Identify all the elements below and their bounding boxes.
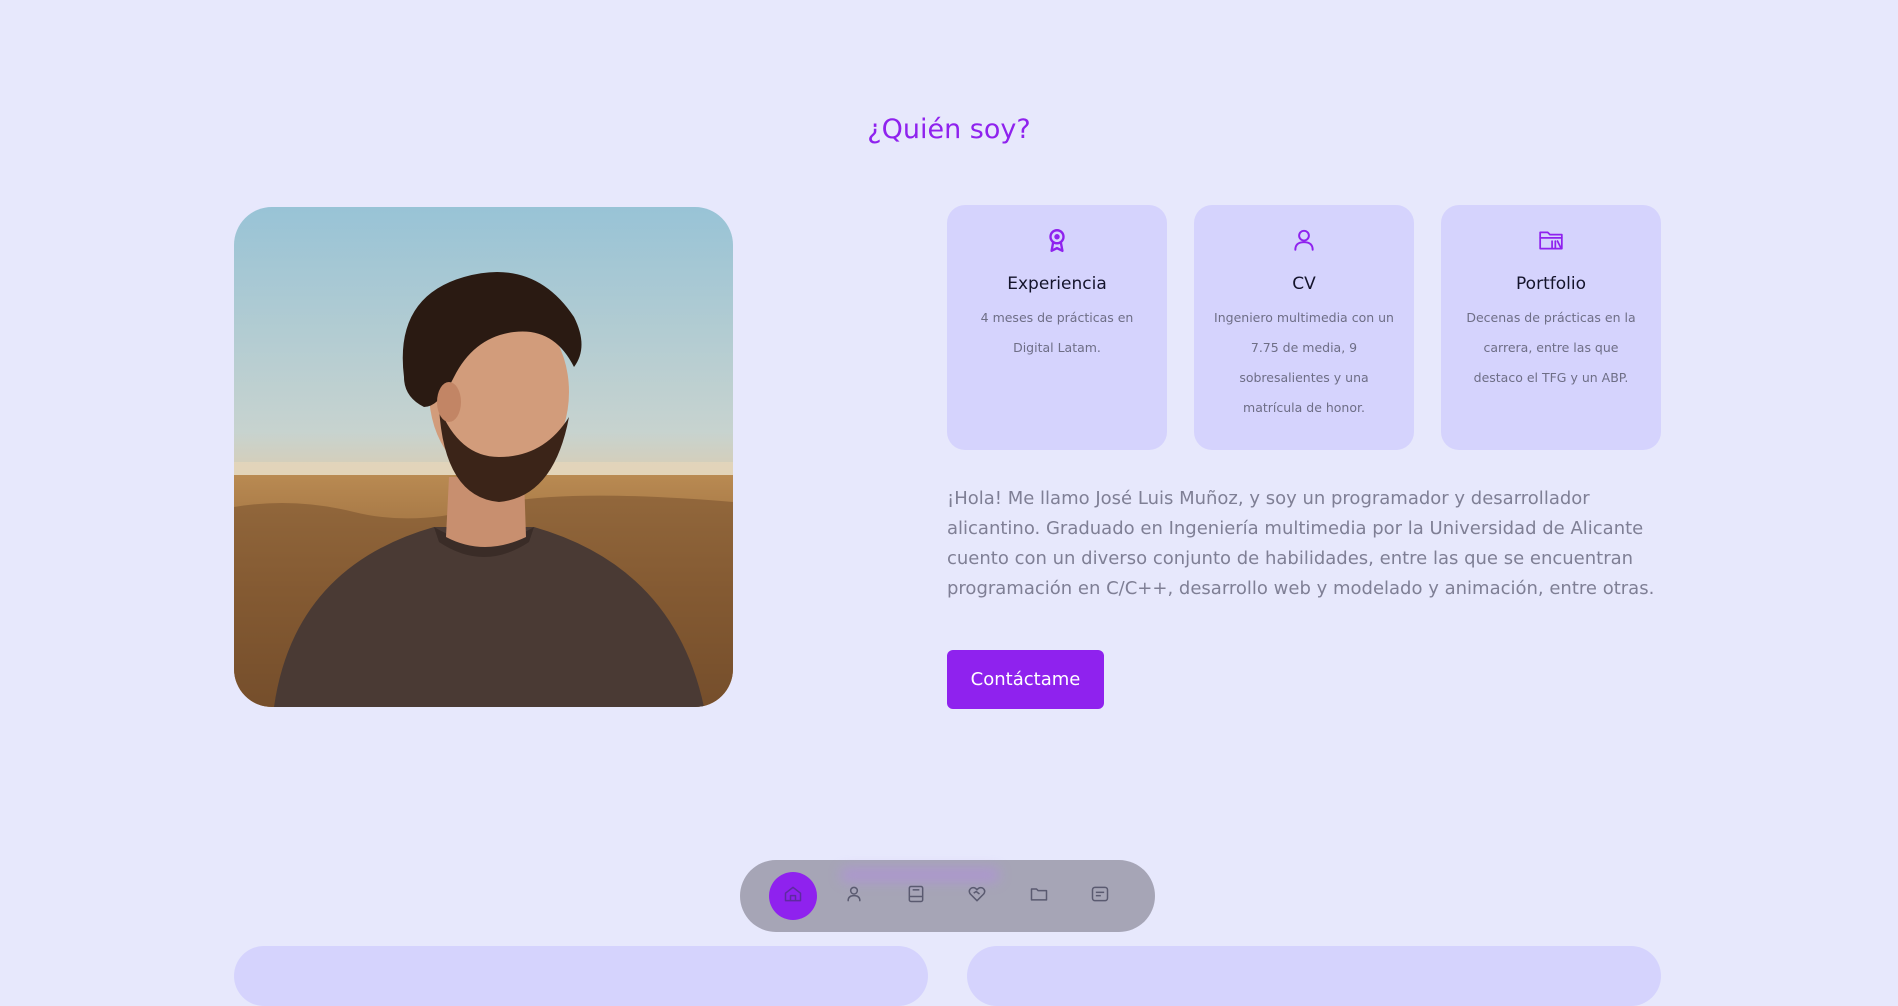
card-title: CV — [1292, 274, 1316, 294]
folder-icon — [1029, 884, 1049, 908]
home-icon — [783, 884, 803, 908]
card-cv: CV Ingeniero multimedia con un 7.75 de m… — [1194, 205, 1414, 450]
nav-experience[interactable] — [892, 872, 940, 920]
nav-contact[interactable] — [1076, 872, 1124, 920]
card-experiencia: Experiencia 4 meses de prácticas en Digi… — [947, 205, 1167, 450]
contact-button[interactable]: Contáctame — [947, 650, 1104, 709]
card-portfolio: Portfolio Decenas de prácticas en la car… — [1441, 205, 1661, 450]
card-description: Decenas de prácticas en la carrera, entr… — [1466, 310, 1636, 385]
book-icon — [906, 884, 926, 908]
nav-portfolio[interactable] — [1015, 872, 1063, 920]
card-description: Ingeniero multimedia con un 7.75 de medi… — [1214, 310, 1394, 415]
award-icon — [1044, 227, 1070, 253]
lower-card-left — [234, 946, 928, 1006]
nav-services[interactable] — [953, 872, 1001, 920]
about-text: ¡Hola! Me llamo José Luis Muñoz, y soy u… — [947, 488, 1655, 599]
nav-about[interactable] — [830, 872, 878, 920]
user-icon — [1291, 227, 1317, 253]
nav-home[interactable] — [769, 872, 817, 920]
lower-card-right — [967, 946, 1661, 1006]
handshake-icon — [967, 884, 987, 908]
card-title: Portfolio — [1516, 274, 1586, 294]
card-description: 4 meses de prácticas en Digital Latam. — [980, 310, 1134, 355]
card-title: Experiencia — [1007, 274, 1107, 294]
folder-icon — [1538, 227, 1564, 253]
user-icon — [844, 884, 864, 908]
message-icon — [1090, 884, 1110, 908]
section-title: ¿Quién soy? — [867, 114, 1031, 145]
profile-photo — [234, 207, 733, 707]
bottom-nav — [740, 860, 1155, 932]
